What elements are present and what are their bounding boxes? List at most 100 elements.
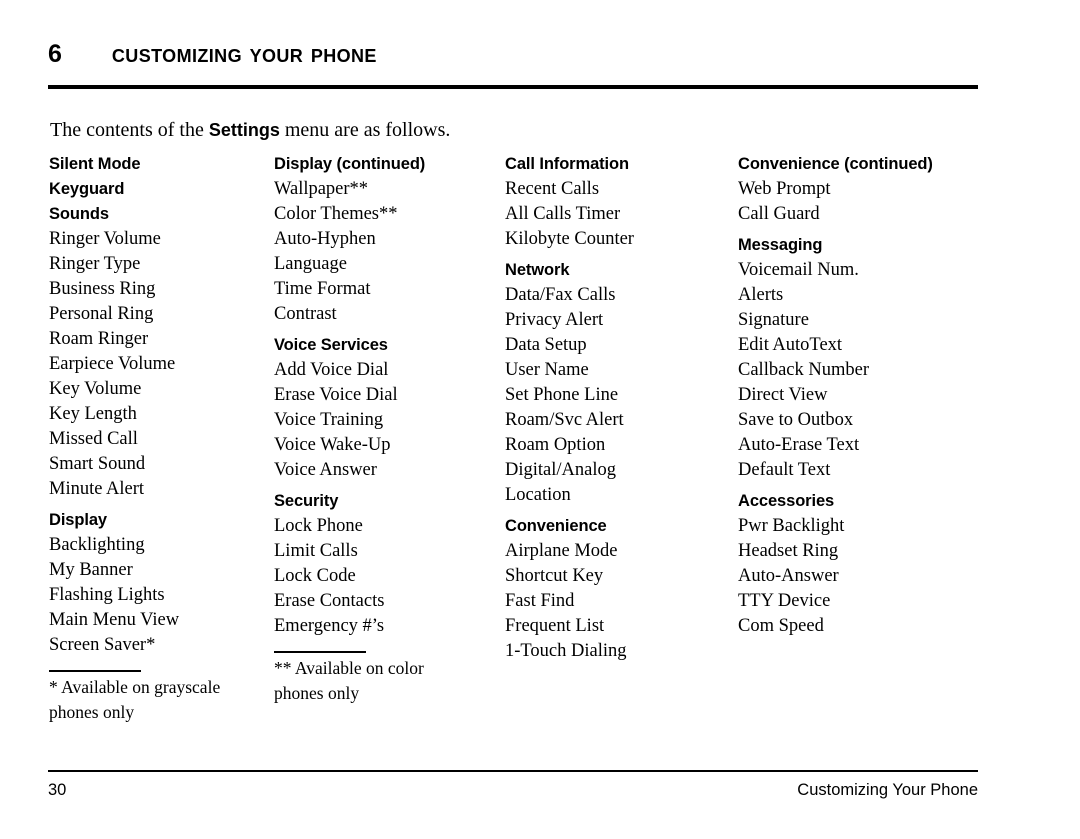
menu-entry: Wallpaper**	[274, 179, 369, 199]
menu-entry: Pwr Backlight	[738, 516, 845, 536]
menu-entry: Web Prompt	[738, 179, 831, 199]
menu-entry: Screen Saver*	[49, 635, 156, 655]
footnote-text: ** Available on color phones only	[274, 658, 424, 703]
menu-entry: Personal Ring	[49, 304, 154, 324]
intro-sentence: The contents of the Settings menu are as…	[50, 117, 450, 143]
menu-entry: Language	[274, 254, 347, 274]
chapter-heading: 6 Customizing Your Phone	[48, 38, 978, 69]
menu-entry: Roam/Svc Alert	[505, 410, 624, 430]
menu-entry: Shortcut Key	[505, 566, 604, 586]
menu-entry: Voicemail Num.	[738, 260, 859, 280]
chapter-number: 6	[48, 40, 62, 68]
menu-entry: Lock Code	[274, 566, 356, 586]
menu-entry: Roam Ringer	[49, 329, 149, 349]
menu-group-heading: Messaging	[738, 236, 823, 254]
menu-entry: My Banner	[49, 560, 133, 580]
menu-entry: Com Speed	[738, 616, 824, 636]
menu-entry: Business Ring	[49, 279, 156, 299]
menu-entry: All Calls Timer	[505, 204, 621, 224]
menu-entry: Main Menu View	[49, 610, 180, 630]
menu-entry: Missed Call	[49, 429, 138, 449]
menu-entry: Auto-Hyphen	[274, 229, 376, 249]
menu-entry: Color Themes**	[274, 204, 398, 224]
menu-entry: Minute Alert	[49, 479, 145, 499]
menu-group-heading: Convenience	[505, 517, 607, 535]
menu-entry: Location	[505, 485, 571, 505]
running-title: Customizing Your Phone	[797, 781, 978, 799]
menu-group-heading: Keyguard	[49, 180, 125, 198]
menu-entry: Key Length	[49, 404, 137, 424]
menu-entry: User Name	[505, 360, 589, 380]
menu-entry: Roam Option	[505, 435, 606, 455]
menu-entry: Voice Training	[274, 410, 384, 430]
menu-entry: Auto-Answer	[738, 566, 839, 586]
menu-entry: Privacy Alert	[505, 310, 604, 330]
menu-entry: Key Volume	[49, 379, 142, 399]
menu-group-heading: Voice Services	[274, 336, 388, 354]
menu-entry: Flashing Lights	[49, 585, 165, 605]
header-divider	[48, 85, 978, 89]
menu-group-heading: Security	[274, 492, 339, 510]
footnote: * Available on grayscale phones only	[49, 670, 274, 725]
menu-entry: Voice Wake-Up	[274, 435, 391, 455]
menu-entry: 1-Touch Dialing	[505, 641, 627, 661]
menu-group-heading: Display (continued)	[274, 155, 426, 173]
menu-entry: Fast Find	[505, 591, 575, 611]
menu-group-heading: Silent Mode	[49, 155, 141, 173]
footnote: ** Available on color phones only	[274, 651, 499, 706]
menu-entry: Alerts	[738, 285, 784, 305]
menu-column-2: Display (continued) Wallpaper** Color Them…	[274, 152, 499, 706]
footnote-text: * Available on grayscale phones only	[49, 677, 221, 722]
menu-column-3: Call Information Recent Calls All Calls Ti…	[505, 152, 735, 664]
menu-entry: Signature	[738, 310, 809, 330]
page-footer: 30 Customizing Your Phone	[48, 778, 978, 802]
menu-entry: Recent Calls	[505, 179, 600, 199]
page-header: 6 Customizing Your Phone	[48, 38, 978, 69]
menu-entry: Limit Calls	[274, 541, 358, 561]
menu-entry: Time Format	[274, 279, 371, 299]
menu-entry: Set Phone Line	[505, 385, 619, 405]
menu-entry: Default Text	[738, 460, 831, 480]
menu-entry: Edit AutoText	[738, 335, 843, 355]
menu-group-heading: Accessories	[738, 492, 835, 510]
intro-text-before: The contents of the	[50, 119, 209, 141]
menu-group-heading: Network	[505, 261, 570, 279]
menu-entry: Ringer Volume	[49, 229, 161, 249]
menu-entry: Auto-Erase Text	[738, 435, 860, 455]
menu-entry: Frequent List	[505, 616, 605, 636]
menu-entry: Digital/Analog	[505, 460, 616, 480]
menu-entry: Data/Fax Calls	[505, 285, 616, 305]
menu-entry: Data Setup	[505, 335, 587, 355]
menu-entry: Add Voice Dial	[274, 360, 389, 380]
menu-entry: Callback Number	[738, 360, 869, 380]
menu-column-4: Convenience (continued) Web Prompt Call Gu…	[738, 152, 978, 639]
menu-entry: Headset Ring	[738, 541, 839, 561]
menu-group-heading: Convenience (continued)	[738, 155, 933, 173]
menu-entry: Contrast	[274, 304, 337, 324]
page-number: 30	[48, 781, 67, 799]
menu-entry: Lock Phone	[274, 516, 363, 536]
menu-column-1: Silent Mode Keyguard Sounds Ringer Volume Ri…	[49, 152, 274, 725]
menu-entry: Ringer Type	[49, 254, 141, 274]
menu-group-heading: Sounds	[49, 205, 109, 223]
footnote-rule	[274, 651, 366, 653]
menu-group-heading: Display	[49, 511, 107, 529]
menu-entry: Save to Outbox	[738, 410, 854, 430]
menu-entry: TTY Device	[738, 591, 831, 611]
intro-emphasis-settings: Settings	[208, 120, 280, 140]
menu-entry: Airplane Mode	[505, 541, 618, 561]
menu-entry: Call Guard	[738, 204, 820, 224]
menu-entry: Voice Answer	[274, 460, 377, 480]
menu-entry: Smart Sound	[49, 454, 146, 474]
footnote-rule	[49, 670, 141, 672]
menu-entry: Backlighting	[49, 535, 145, 555]
page-title: Customizing Your Phone	[111, 38, 377, 68]
menu-entry: Erase Voice Dial	[274, 385, 398, 405]
menu-entry: Erase Contacts	[274, 591, 385, 611]
menu-entry: Emergency #’s	[274, 616, 385, 636]
footer-divider	[48, 770, 978, 772]
intro-text-after: menu are as follows.	[279, 119, 451, 141]
menu-group-heading: Call Information	[505, 155, 629, 173]
menu-entry: Direct View	[738, 385, 828, 405]
menu-entry: Earpiece Volume	[49, 354, 176, 374]
